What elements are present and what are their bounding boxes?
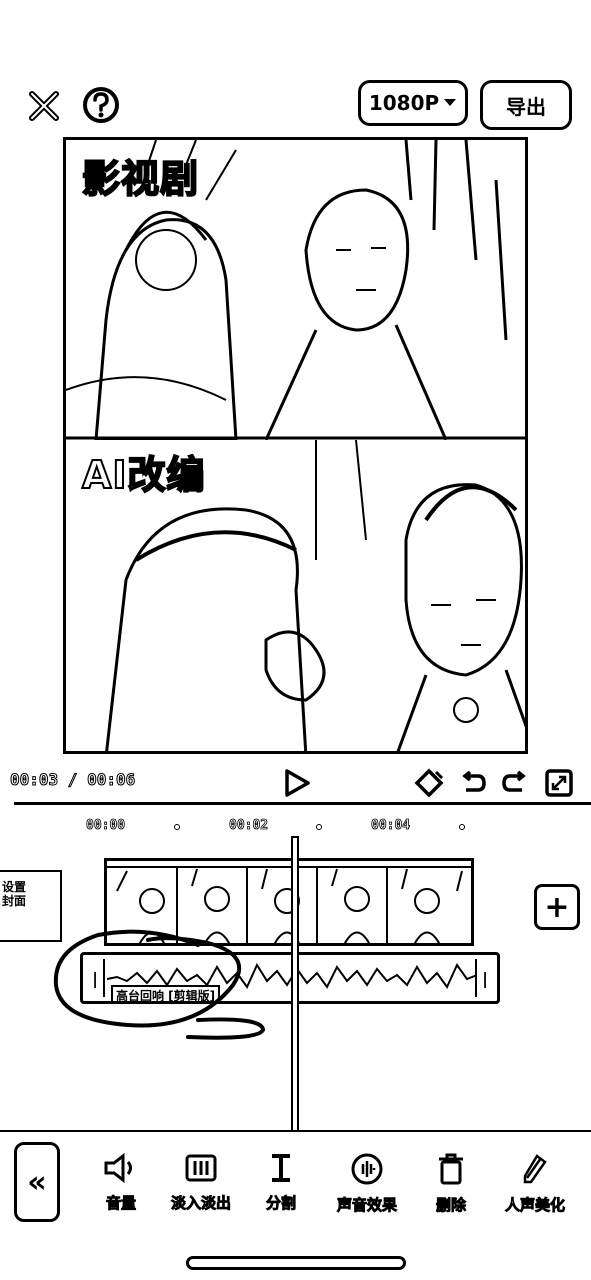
preview-panel-ai: AI改编 (66, 440, 525, 751)
playhead[interactable] (291, 836, 299, 1132)
redo-icon (502, 770, 526, 792)
bottom-overlay-label: AI改编 (81, 452, 206, 498)
tool-volume[interactable]: 音量 (76, 1152, 166, 1213)
export-button[interactable]: 导出 (480, 80, 572, 130)
help-icon (83, 87, 119, 123)
sound-effect-icon (351, 1153, 383, 1185)
keyframe-button[interactable] (412, 766, 446, 800)
cover-label-line: 设置 (2, 880, 27, 894)
annotation-circle (53, 929, 266, 1040)
resolution-selector[interactable]: 1080P (358, 80, 468, 126)
ruler-dot (459, 824, 465, 830)
close-icon (29, 91, 59, 121)
tool-label: 音量 (105, 1194, 137, 1213)
play-icon (285, 769, 310, 797)
fullscreen-icon (545, 769, 573, 797)
ruler-tick: 00:00 (86, 818, 126, 834)
voice-beautify-icon (523, 1154, 547, 1184)
delete-icon (439, 1153, 463, 1185)
undo-icon (462, 770, 486, 792)
top-overlay-label: 影视剧 (81, 156, 200, 202)
undo-button[interactable] (458, 766, 488, 800)
redo-button[interactable] (500, 766, 530, 800)
add-clip-button[interactable]: + (534, 884, 580, 930)
tool-label: 分割 (265, 1194, 297, 1213)
split-icon (272, 1154, 290, 1182)
ruler-dot (316, 824, 322, 830)
ruler-tick: 00:02 (229, 818, 269, 834)
tool-delete[interactable]: 删除 (406, 1152, 496, 1215)
ruler-dot (174, 824, 180, 830)
tool-label: 删除 (435, 1196, 467, 1215)
time-display: 00:03 / 00:06 (9, 770, 136, 790)
tool-label: 人声美化 (504, 1196, 566, 1215)
help-button[interactable] (80, 84, 122, 126)
tool-fade[interactable]: 淡入淡出 (156, 1152, 246, 1213)
preview-panel-original: 影视剧 (66, 140, 525, 440)
play-button[interactable] (280, 766, 314, 800)
fullscreen-button[interactable] (542, 766, 576, 800)
tool-split[interactable]: 分割 (236, 1152, 326, 1213)
tool-sound-effect[interactable]: 声音效果 (322, 1152, 412, 1215)
home-indicator[interactable] (186, 1256, 406, 1270)
fade-icon (185, 1154, 217, 1182)
resolution-label: 1080P (368, 91, 440, 115)
video-preview[interactable]: 影视剧 AI改编 (63, 137, 528, 754)
divider (0, 1130, 591, 1132)
back-button[interactable]: « (14, 1142, 60, 1222)
volume-icon (104, 1152, 132, 1184)
export-label: 导出 (506, 94, 546, 119)
divider (14, 802, 591, 805)
close-button[interactable] (24, 86, 64, 126)
tool-label: 淡入淡出 (170, 1194, 232, 1213)
cover-label-line: 封面 (2, 894, 27, 908)
keyframe-icon (414, 768, 444, 798)
tool-voice-beautify[interactable]: 人声美化 (490, 1152, 580, 1215)
tool-label: 声音效果 (336, 1196, 398, 1215)
trim-handle-right[interactable]: | (475, 959, 493, 997)
ruler-tick: 00:04 (371, 818, 411, 834)
chevron-down-icon (444, 99, 457, 106)
